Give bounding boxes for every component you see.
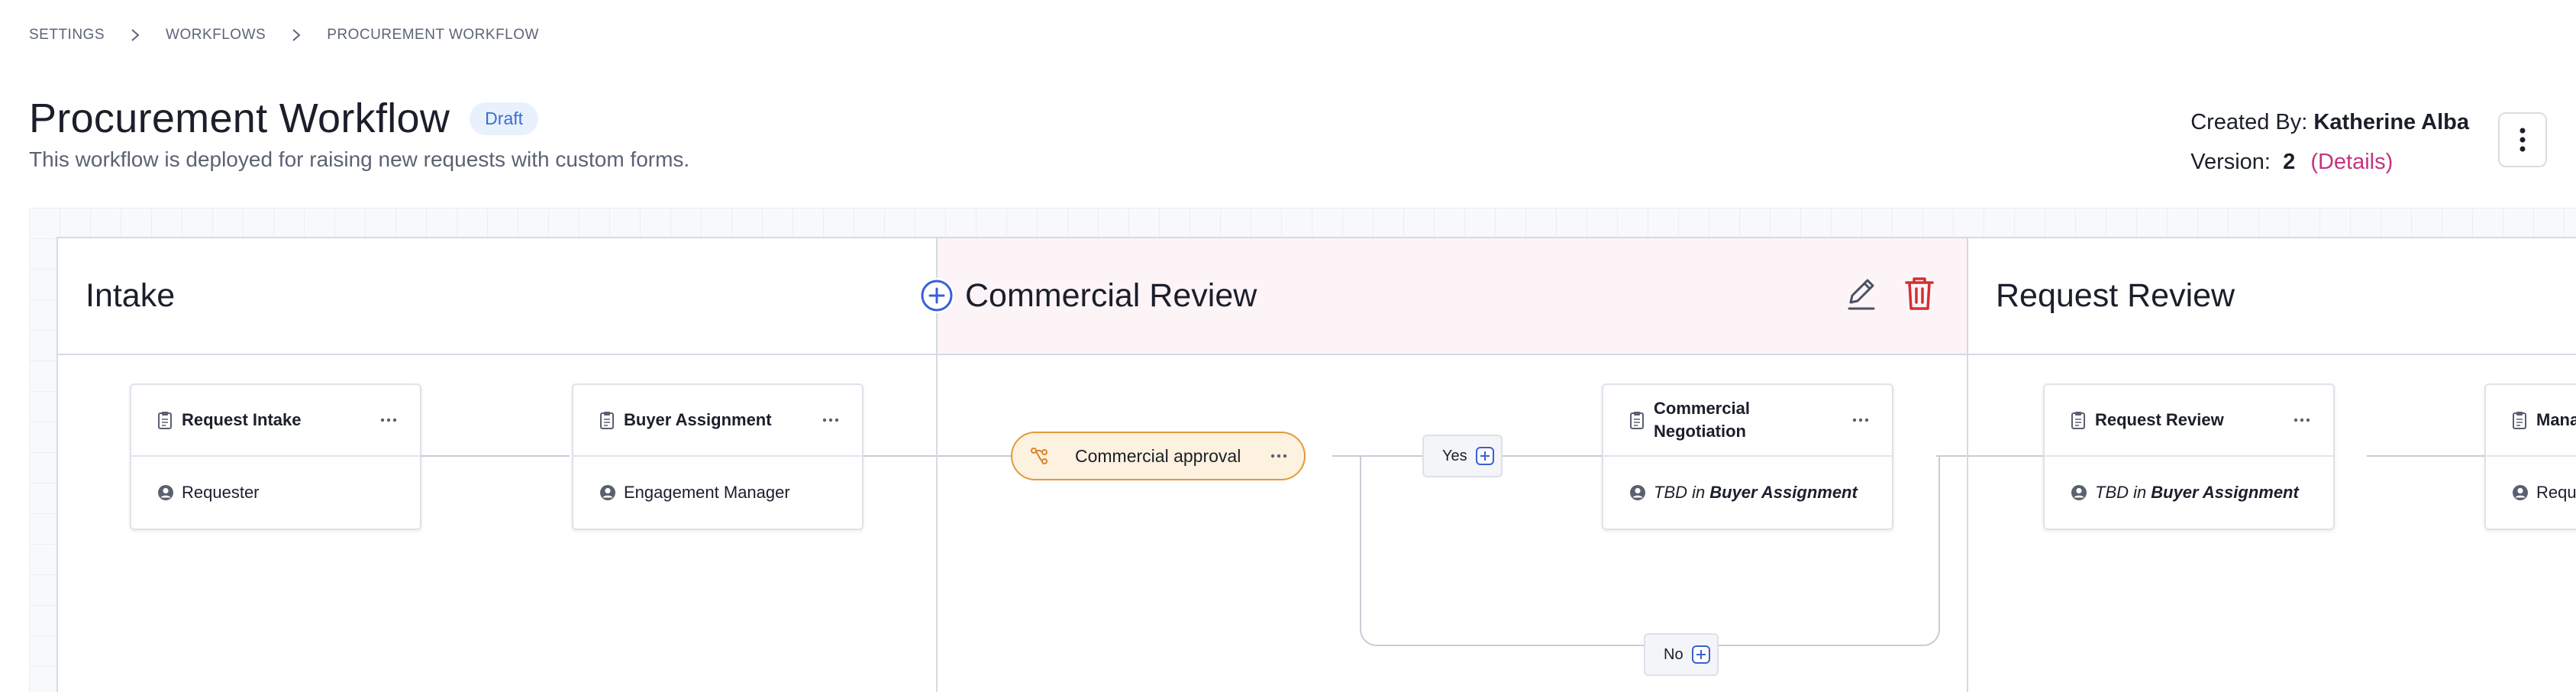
ellipsis-icon[interactable] [1852,417,1869,423]
stage-actions [1845,275,1936,315]
card-assignee: Requ [2486,457,2576,529]
ellipsis-icon[interactable] [1270,453,1287,459]
card-title: Mana [2536,410,2576,429]
chevron-right-icon [266,28,327,42]
stage-header: Intake [58,238,936,355]
assignee-reference: Buyer Assignment [1709,483,1858,502]
person-icon [1630,485,1645,500]
trash-icon [1905,277,1934,310]
add-circle-icon [921,280,953,312]
kebab-menu-icon [2520,128,2526,152]
version-label: Version: [2190,150,2271,174]
stage-title: Intake [86,277,176,314]
card-title: Request Review [2095,410,2224,429]
card-assignee: TBD in Buyer Assignment [1603,457,1892,529]
branch-icon [1031,448,1048,464]
plus-square-icon[interactable] [1475,446,1495,466]
branch-no: No [1644,633,1719,676]
step-card-request-intake[interactable]: Request Intake Requester [130,383,421,530]
clipboard-icon [158,412,172,429]
step-card-buyer-assignment[interactable]: Buyer Assignment Engagement Manager [572,383,864,530]
workflow-meta: Created By: Katherine Alba Version: 2 (D… [2190,102,2469,182]
card-title: Commercial Negotiation [1654,399,1750,441]
card-header: Commercial Negotiation [1603,385,1892,457]
person-icon [2071,485,2087,500]
version-details-link[interactable]: (Details) [2310,150,2393,174]
stage-title: Commercial Review [965,277,1257,314]
ellipsis-icon[interactable] [2294,417,2310,423]
created-by-row: Created By: Katherine Alba [2190,102,2469,142]
card-header: Request Intake [131,385,420,457]
branch-yes: Yes [1422,435,1503,477]
assignee-name: Requester [182,483,260,502]
person-icon [158,485,173,500]
chevron-right-icon [105,28,166,42]
version-number: 2 [2283,150,2296,174]
branch-no-label: No [1664,645,1683,663]
more-actions-button[interactable] [2498,112,2547,167]
page-subtitle: This workflow is deployed for raising ne… [29,147,690,171]
clipboard-icon [2513,412,2526,429]
card-header: Request Review [2045,385,2333,457]
person-icon [2513,485,2528,500]
add-stage-button[interactable] [919,278,954,313]
step-card-commercial-negotiation[interactable]: Commercial Negotiation TBD in Buyer Assi… [1602,383,1893,530]
card-assignee: Requester [131,457,420,529]
branch-yes-label: Yes [1442,447,1467,464]
ellipsis-icon[interactable] [380,417,397,423]
step-card-request-review[interactable]: Request Review TBD in Buyer Assignment [2043,383,2335,530]
assignee-reference: Buyer Assignment [2151,483,2299,502]
breadcrumb: SETTINGS WORKFLOWS PROCUREMENT WORKFLOW [29,26,539,44]
card-title: Request Intake [182,410,302,429]
step-card-partial[interactable]: Mana Requ [2484,383,2576,530]
assignee-name: Engagement Manager [624,483,790,502]
card-assignee: Engagement Manager [573,457,862,529]
workflow-canvas[interactable]: Intake Commercial Review Request Review … [29,208,2576,692]
card-assignee: TBD in Buyer Assignment [2045,457,2333,529]
stage-header: Request Review [1968,238,2576,355]
clipboard-icon [2071,412,2085,429]
clipboard-icon [600,412,614,429]
card-title: Buyer Assignment [624,410,772,429]
card-header: Mana [2486,385,2576,457]
assignee-name: Requ [2536,483,2576,502]
assignee-prefix: TBD in [1654,483,1706,502]
assignee-prefix: TBD in [2095,483,2147,502]
plus-square-icon[interactable] [1691,645,1711,665]
delete-stage-button[interactable] [1903,275,1936,315]
title-row: Procurement Workflow Draft [29,95,539,142]
person-icon [600,485,615,500]
breadcrumb-current: PROCUREMENT WORKFLOW [327,27,539,43]
condition-label: Commercial approval [1075,445,1241,466]
created-by-name: Katherine Alba [2313,110,2469,134]
edit-stage-button[interactable] [1845,275,1878,315]
stage-title: Request Review [1996,277,2235,314]
created-by-label: Created By: [2190,110,2308,134]
card-header: Buyer Assignment [573,385,862,457]
breadcrumb-workflows[interactable]: WORKFLOWS [166,27,266,44]
status-badge: Draft [470,102,539,135]
breadcrumb-settings[interactable]: SETTINGS [29,27,105,44]
condition-node[interactable]: Commercial approval [1011,432,1306,480]
clipboard-icon [1630,412,1644,429]
stage-header: Commercial Review [919,238,1967,355]
version-row: Version: 2 (Details) [2190,142,2469,182]
workflow-board: Intake Commercial Review Request Review … [56,237,2576,692]
ellipsis-icon[interactable] [822,417,839,423]
pencil-icon [1848,279,1875,310]
page-title: Procurement Workflow [29,95,450,141]
